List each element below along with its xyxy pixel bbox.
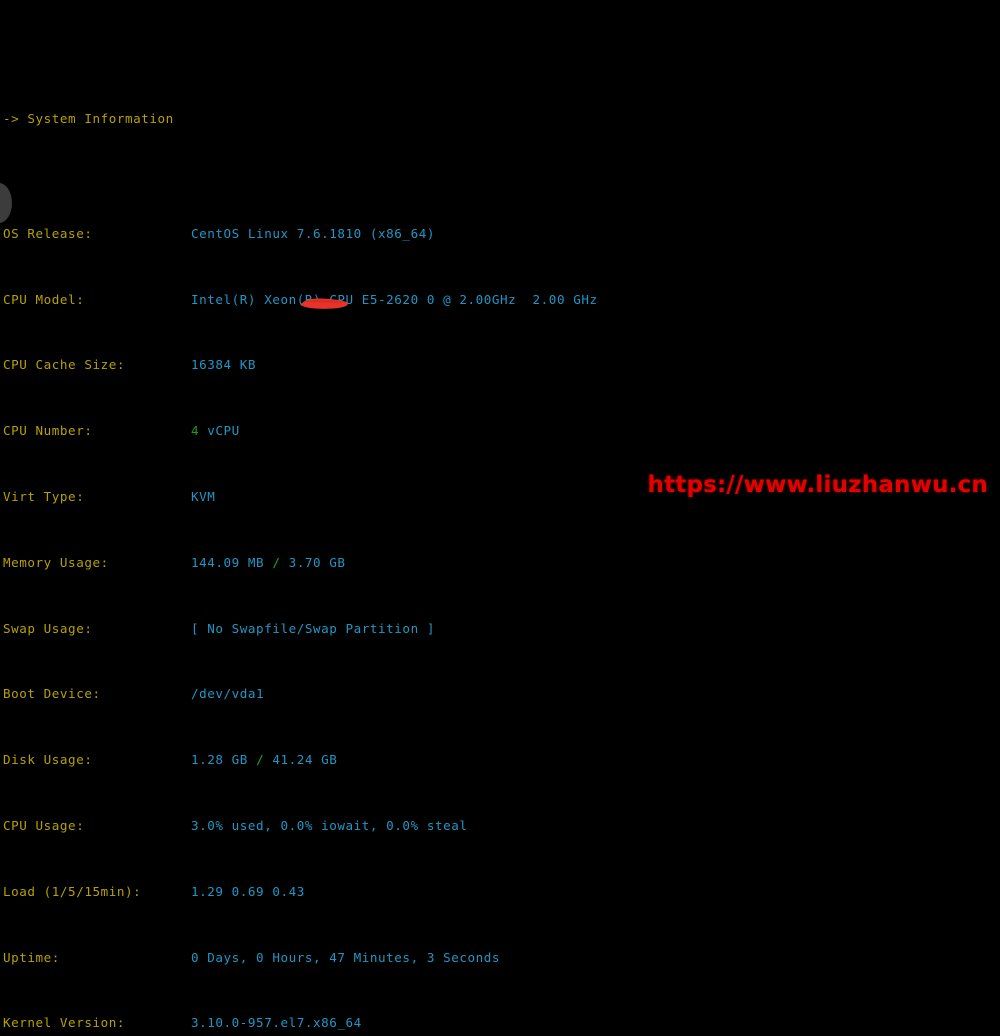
row-value: 16384 KB bbox=[191, 357, 257, 373]
row-label: CPU Model: bbox=[3, 291, 85, 307]
row-label: Virt Type: bbox=[3, 489, 85, 505]
info-row-cpu-cache-size: CPU Cache Size: 16384 KB bbox=[3, 357, 1000, 373]
row-label: CPU Cache Size: bbox=[3, 357, 125, 373]
info-row-cpu-model: CPU Model: Intel(R) Xeon(R) CPU E5-2620 0… bbox=[3, 292, 1000, 308]
info-row-disk-usage: Disk Usage: 1.28 GB / 41.24 GB bbox=[3, 752, 1000, 768]
row-label: Memory Usage: bbox=[3, 554, 109, 570]
terminal-output[interactable]: -> System Information OS Release: CentOS … bbox=[0, 0, 1000, 1030]
row-value-total: 3.70 GB bbox=[288, 554, 346, 570]
row-value: Intel(R) Xeon(R) CPU E5-2620 0 @ 2.00GHz… bbox=[191, 291, 598, 307]
row-label: Swap Usage: bbox=[3, 620, 93, 636]
row-value-total: 41.24 GB bbox=[272, 752, 338, 768]
row-value-used: 1.28 GB bbox=[191, 752, 248, 768]
row-label: OS Release: bbox=[3, 225, 93, 241]
row-value: CentOS Linux 7.6.1810 (x86_64) bbox=[191, 225, 435, 241]
section-header-system: -> System Information bbox=[3, 110, 174, 126]
row-value: /dev/vda1 bbox=[191, 686, 265, 702]
row-label: Boot Device: bbox=[3, 686, 101, 702]
row-value: [ No Swapfile/Swap Partition ] bbox=[191, 620, 435, 636]
site-watermark: https://www.liuzhanwu.cn bbox=[647, 472, 988, 498]
info-row-boot-device: Boot Device: /dev/vda1 bbox=[3, 686, 1000, 702]
row-value-separator: / bbox=[256, 752, 265, 768]
row-value-unit-text: vCPU bbox=[207, 423, 240, 439]
row-label: Disk Usage: bbox=[3, 752, 93, 768]
row-label: Load (1/5/15min): bbox=[3, 883, 142, 899]
info-row-memory-usage: Memory Usage: 144.09 MB / 3.70 GB bbox=[3, 555, 1000, 571]
row-label: Uptime: bbox=[3, 949, 60, 965]
row-value: KVM bbox=[191, 489, 216, 505]
row-label: Kernel Version: bbox=[3, 1015, 125, 1031]
info-row-cpu-usage: CPU Usage: 3.0% used, 0.0% iowait, 0.0% s… bbox=[3, 818, 1000, 834]
row-value-used: 144.09 MB bbox=[191, 554, 265, 570]
row-value: 0 Days, 0 Hours, 47 Minutes, 3 Seconds bbox=[191, 949, 501, 965]
row-label: CPU Usage: bbox=[3, 818, 85, 834]
row-value: 3.0% used, 0.0% iowait, 0.0% steal bbox=[191, 818, 468, 834]
row-value-number: 4 bbox=[191, 423, 200, 439]
row-label: CPU Number: bbox=[3, 423, 93, 439]
row-value: 1.29 0.69 0.43 bbox=[191, 883, 305, 899]
info-row-swap-usage: Swap Usage: [ No Swapfile/Swap Partition … bbox=[3, 621, 1000, 637]
info-row-os-release: OS Release: CentOS Linux 7.6.1810 (x86_64… bbox=[3, 226, 1000, 242]
info-row-uptime: Uptime: 0 Days, 0 Hours, 47 Minutes, 3 Se… bbox=[3, 950, 1000, 966]
row-value-separator: / bbox=[272, 554, 281, 570]
info-row-kernel-version: Kernel Version: 3.10.0-957.el7.x86_64 bbox=[3, 1015, 1000, 1031]
info-row-cpu-number: CPU Number: 4 vCPU bbox=[3, 423, 1000, 439]
row-value: 3.10.0-957.el7.x86_64 bbox=[191, 1015, 362, 1031]
info-row-load-average: Load (1/5/15min): 1.29 0.69 0.43 bbox=[3, 884, 1000, 900]
